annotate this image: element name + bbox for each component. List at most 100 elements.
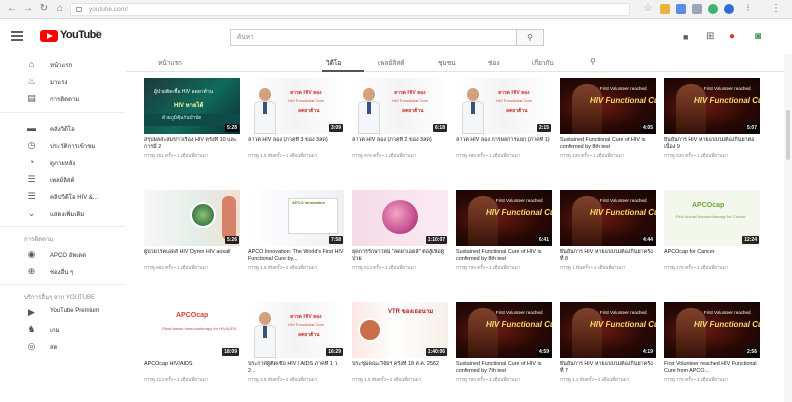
tab-about[interactable]: เกี่ยวกับ [532,58,554,68]
back-icon[interactable]: ← [6,3,18,15]
sidebar-item-playlist-hiv[interactable]: ☰ คลิปวิดีโอ HIV &... [0,188,125,205]
reload-icon[interactable]: ↻ [38,3,50,15]
video-thumbnail[interactable]: ลาวต HIV ลอง HIV Functional Cure ลดยาต้าน 6… [352,78,448,134]
sidebar-item-trending[interactable]: ♨ มาแรง [0,73,125,90]
video-duration: 3:09 [328,124,343,132]
video-title[interactable]: ยืนยันการ HIV หายแบบไม่ต้องกินยาต่อเนื่อ… [664,137,760,150]
sidebar-item-watch-later[interactable]: ◔ ดูภายหลัง [0,154,125,171]
video-card[interactable]: VTR ของเธอนาม 1:40:06 ประชุมคณะวิจัยฯ ครั้… [352,302,448,402]
video-title[interactable]: ยืนยันการ HIV หายแบบไม่ต้องกินยาครั้งที่… [560,249,656,262]
video-thumbnail[interactable]: ผู้ป่วยติดเชื้อ HIV ลดยาต้าน HIV หายได้ ด้… [144,78,240,134]
video-thumbnail[interactable]: ลาวต HIV ลอง HIV Functional Cure ลดยาต้าน 3… [248,78,344,134]
video-card[interactable]: APCO Innovation 7:58 APCO Innovation: The … [248,190,344,290]
tab-playlists[interactable]: เพลย์ลิสต์ [378,58,404,68]
create-video-icon[interactable]: ■ [683,32,688,42]
video-card[interactable]: 1:10:07 ยุคการรักษาใหม่ "ลดยาเอดส์" ต่อสู… [352,190,448,290]
search-input[interactable]: ค้นหา [230,29,540,46]
video-card[interactable]: First Volunteer reached HIV Functional Cu… [456,302,552,402]
star-icon[interactable]: ☆ [642,3,654,15]
video-thumbnail[interactable]: First Volunteer reached HIV Functional Cu… [560,78,656,134]
video-thumbnail[interactable]: First Volunteer reached HIV Functional Cu… [664,302,760,358]
video-title[interactable]: APCOcap for Cancer [664,249,760,256]
tab-channels[interactable]: ช่อง [488,58,500,68]
notifications-icon[interactable]: ● [729,32,735,42]
video-thumbnail[interactable]: First Volunteer reached HIV Functional Cu… [456,302,552,358]
video-title[interactable]: Sustained Functional Cure of HIV is conf… [456,249,552,262]
search-button[interactable]: ⚲ [516,29,544,46]
video-title[interactable]: สรุปผลสะสมข่าวเรื่อง HIV ครั้งที่ 10 และ… [144,137,240,150]
video-title[interactable]: Sustained Functional Cure of HIV is conf… [456,361,552,374]
scrollbar[interactable] [784,54,792,402]
video-card[interactable]: ลาวต HIV ลอง HIV Functional Cure ลดยาต้าน 6… [352,78,448,178]
sidebar-item-library[interactable]: ▬ คลังวิดีโอ [0,120,125,137]
video-thumbnail[interactable]: First Volunteer reached HIV Functional Cu… [560,302,656,358]
sidebar-item-browse-channels[interactable]: ⊕ ช่องอื่น ๆ [0,263,125,280]
home-icon[interactable]: ⌂ [54,3,66,15]
video-thumbnail[interactable]: APCOcap First Animal Immunotherapy for Ca… [664,190,760,246]
thumbnail-graphic [572,196,602,246]
video-title[interactable]: ลาวต HIV ลอง (ภาคที่ 2 ของ 3ลด) [352,137,448,144]
video-card[interactable]: APCOcap First Animal Immunotherapy for Ca… [664,190,760,290]
video-title[interactable]: ยืนยันการ HIV หายแบบไม่ต้องกินยาครั้งที่… [560,361,656,374]
extension-icon[interactable] [676,4,686,14]
video-card[interactable]: First Volunteer reached HIV Functional Cu… [560,302,656,402]
video-thumbnail[interactable]: 5:26 [144,190,240,246]
sidebar-item-premium[interactable]: ▶ YouTube Premium [0,304,125,321]
video-card[interactable]: APCOcap Plant-based Immunotherapy for HIV… [144,302,240,402]
video-thumbnail[interactable]: APCO Innovation 7:58 [248,190,344,246]
sidebar-item-show-more[interactable]: ⌄ แสดงเพิ่มเติม [0,205,125,222]
extension-icon[interactable] [708,4,718,14]
video-card[interactable]: First Volunteer reached HIV Functional Cu… [664,302,760,402]
account-avatar-icon[interactable]: ◙ [755,32,761,42]
video-card[interactable]: First Volunteer reached HIV Functional Cu… [664,78,760,178]
video-card[interactable]: First Volunteer reached HIV Functional Cu… [560,78,656,178]
extension-icon[interactable] [660,4,670,14]
video-title[interactable]: Sustained Functional Cure of HIV is conf… [560,137,656,150]
scrollbar-thumb[interactable] [786,110,790,160]
video-card[interactable]: ลาวต HIV ลอง HIV Functional Cure ลดยาต้าน 3… [248,78,344,178]
tab-community[interactable]: ชุมชน [438,58,456,68]
apps-grid-icon[interactable]: ⊞ [706,32,714,42]
sidebar-item-gaming[interactable]: ♞ เกม [0,321,125,338]
search-icon[interactable]: ⚲ [590,57,596,66]
video-thumbnail[interactable]: 1:10:07 [352,190,448,246]
video-thumbnail[interactable]: APCOcap Plant-based Immunotherapy for HIV… [144,302,240,358]
video-thumbnail[interactable]: First Volunteer reached HIV Functional Cu… [456,190,552,246]
sidebar-item-live[interactable]: ◎ สด [0,338,125,355]
video-title[interactable]: ประชุมคณะวิจัยฯ ครั้งที่ 18 ส.ค. 2562 [352,361,448,368]
video-thumbnail[interactable]: ลาวต HIV ลอง HIV Functional Cure ลดยาต้าน 1… [248,302,344,358]
video-title[interactable]: First Volunteer reached HIV Functional C… [664,361,760,374]
video-meta: การดู 775 ครั้ง • 3 เดือนที่ผ่านมา [664,377,729,382]
extension-icon[interactable] [692,4,702,14]
video-card[interactable]: ลาวต HIV ลอง HIV Functional Cure ลดยาต้าน 2… [456,78,552,178]
tab-home[interactable]: หน้าแรก [158,58,182,68]
video-title[interactable]: ยุคการรักษาใหม่ "ลดยาเอดส์" ต่อสู้เพื่อผ… [352,249,448,262]
video-title[interactable]: ลาวต HIV ลอง การผลการแยก (ภาคที่ 1) [456,137,552,144]
video-thumbnail[interactable]: First Volunteer reached HIV Functional Cu… [664,78,760,134]
video-card[interactable]: First Volunteer reached HIV Functional Cu… [456,190,552,290]
video-card[interactable]: 5:26 ผู้ป่วยโรคเอดส์ HIV Dyren HIV aoxall… [144,190,240,290]
forward-icon[interactable]: → [22,3,34,15]
address-bar[interactable]: youtube.com/ [70,3,630,16]
profile-icon[interactable] [724,4,734,14]
sidebar-item-history[interactable]: ◷ ประวัติการเข้าชม [0,137,125,154]
video-title[interactable]: APCO Innovation: The World's First HIV F… [248,249,344,262]
video-title[interactable]: ผู้ป่วยโรคเอดส์ HIV Dyren HIV aoxall [144,249,240,256]
video-card[interactable]: ผู้ป่วยติดเชื้อ HIV ลดยาต้าน HIV หายได้ ด้… [144,78,240,178]
extension-icon[interactable]: ⁝ [742,3,754,15]
video-card[interactable]: First Volunteer reached HIV Functional Cu… [560,190,656,290]
video-card[interactable]: ลาวต HIV ลอง HIV Functional Cure ลดยาต้าน 1… [248,302,344,402]
video-title[interactable]: APCOcap HIV/AIDS [144,361,240,368]
menu-dots-icon[interactable]: ⋮ [770,3,782,15]
tab-videos[interactable]: วิดีโอ [326,58,341,68]
video-thumbnail[interactable]: First Volunteer reached HIV Functional Cu… [560,190,656,246]
video-thumbnail[interactable]: ลาวต HIV ลอง HIV Functional Cure ลดยาต้าน 2… [456,78,552,134]
sidebar-item-home[interactable]: ⌂ หน้าแรก [0,56,125,73]
video-thumbnail[interactable]: VTR ของเธอนาม 1:40:06 [352,302,448,358]
video-title[interactable]: ลาวต HIV ลอง (ภาคที่ 3 ของ 3ลด) [248,137,344,144]
video-title[interactable]: ประกาศผู้ติดเชื้อ HIV / AIDS ภาคที่ 1 ว … [248,361,344,374]
hamburger-menu-icon[interactable] [11,31,23,41]
sidebar-item-channel[interactable]: ◉ APCO อัพเดต [0,246,125,263]
sidebar-item-playlist[interactable]: ☰ เพลย์ลิสต์ [0,171,125,188]
sidebar-item-subscriptions[interactable]: ▤ การติดตาม [0,90,125,107]
